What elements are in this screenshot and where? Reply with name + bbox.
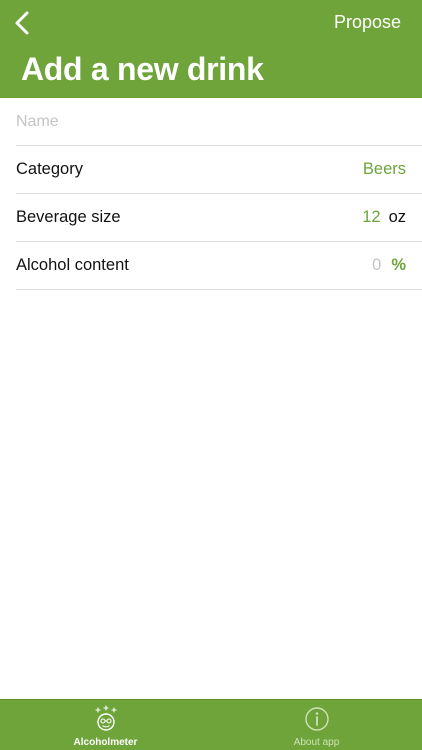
tab-alcoholmeter[interactable]: Alcoholmeter: [0, 700, 211, 750]
beverage-size-row: Beverage size 12 oz: [16, 194, 422, 242]
tab-label-about-app: About app: [293, 737, 340, 748]
alcohol-content-label: Alcohol content: [16, 256, 129, 274]
tab-bar: Alcoholmeter About app: [0, 699, 422, 750]
screen: Propose Add a new drink Category Beers B…: [0, 0, 422, 750]
beverage-size-unit[interactable]: oz: [389, 208, 406, 227]
name-input[interactable]: [16, 112, 406, 131]
beverage-size-label: Beverage size: [16, 208, 121, 226]
chevron-left-icon: [15, 11, 29, 35]
header: Propose Add a new drink: [0, 0, 422, 98]
category-value[interactable]: Beers: [363, 160, 406, 179]
info-icon: [303, 705, 331, 733]
tab-about-app[interactable]: About app: [211, 700, 422, 750]
tab-label-alcoholmeter: Alcoholmeter: [73, 737, 138, 748]
alcohol-content-row: Alcohol content 0 %: [16, 242, 422, 290]
propose-button[interactable]: Propose: [334, 12, 401, 33]
drink-form: Category Beers Beverage size 12 oz Alcoh…: [0, 98, 422, 290]
back-button[interactable]: [8, 8, 36, 38]
category-right: Beers: [363, 146, 406, 193]
page-title: Add a new drink: [21, 51, 264, 87]
beverage-size-right: 12 oz: [362, 194, 406, 241]
name-row: [16, 98, 422, 146]
category-row[interactable]: Category Beers: [16, 146, 422, 194]
alcohol-content-field[interactable]: 0: [372, 256, 381, 275]
category-label: Category: [16, 160, 83, 178]
alcohol-content-unit: %: [391, 256, 406, 274]
alcohol-content-right: 0 %: [372, 242, 406, 289]
dizzy-face-icon: [92, 705, 120, 733]
beverage-size-field[interactable]: 12: [362, 208, 380, 227]
